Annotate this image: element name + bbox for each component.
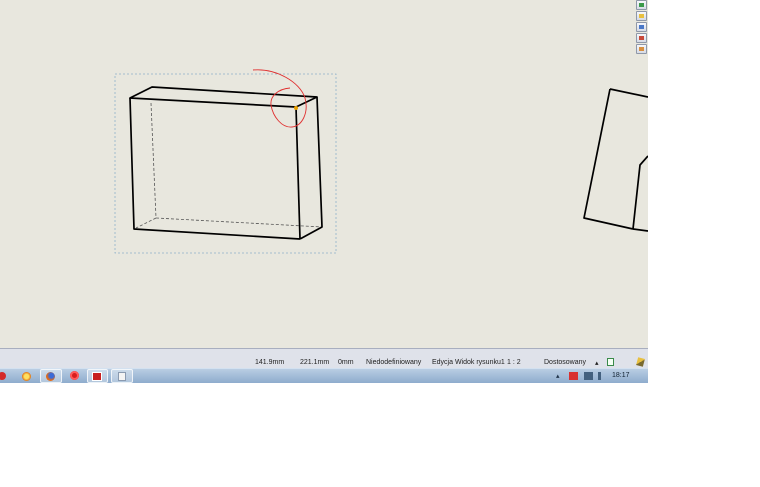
drawing-view	[114, 69, 648, 254]
taskbar-solidworks-drawing-button[interactable]	[87, 369, 108, 383]
taskbar-opera-button[interactable]	[65, 369, 85, 383]
taskbar-clock[interactable]: 18:17	[612, 372, 630, 379]
taskbar-firefox-button[interactable]	[40, 369, 62, 383]
notepad-icon	[118, 372, 126, 381]
solidworks-window: 141.9mm 221.1mm 0mm Niedodefiniowany Edy…	[0, 0, 648, 383]
appearances-icon	[639, 25, 644, 29]
view-palette-button[interactable]	[636, 0, 647, 10]
drawing-canvas[interactable]	[0, 0, 648, 348]
box-hidden-edges	[135, 102, 323, 229]
opera-icon	[70, 371, 79, 380]
solidworks-icon	[0, 372, 6, 380]
firefox-icon	[46, 372, 55, 381]
y-coordinate: 221.1mm	[300, 359, 330, 366]
appearances-button[interactable]	[636, 22, 647, 32]
solidworks-drawing-icon	[92, 372, 102, 381]
volume-icon[interactable]	[598, 372, 601, 380]
annotation-circle	[252, 69, 307, 128]
constraint-state: Niedodefiniowany	[366, 359, 422, 366]
units-dropdown-arrow[interactable]: ▴	[595, 359, 599, 367]
x-coordinate: 141.9mm	[255, 359, 285, 366]
design-library-button[interactable]	[636, 33, 647, 43]
pencil-icon[interactable]	[636, 357, 645, 367]
units-selector[interactable]: Dostosowany	[544, 359, 586, 366]
custom-properties-button[interactable]	[636, 44, 647, 54]
network-error-icon[interactable]	[569, 372, 578, 380]
tray-expand-arrow[interactable]: ▴	[556, 372, 560, 380]
taskbar-solidworks-button[interactable]	[0, 369, 10, 383]
status-bar: 141.9mm 221.1mm 0mm Niedodefiniowany Edy…	[0, 348, 648, 368]
view-palette-icon	[639, 3, 644, 7]
network-icon[interactable]	[584, 372, 593, 380]
folder-icon	[639, 14, 644, 18]
task-pane-tabs	[636, 0, 648, 58]
windows-taskbar: ▴ 18:17	[0, 368, 648, 383]
z-coordinate: 0mm	[338, 359, 354, 366]
custom-properties-icon	[639, 47, 644, 51]
box-visible-edges[interactable]	[129, 86, 323, 240]
edit-mode-label: Edycja Widok rysunku1	[432, 359, 505, 366]
design-library-icon	[639, 36, 644, 40]
taskbar-settings-button[interactable]	[17, 369, 37, 383]
second-part-edges[interactable]	[583, 88, 648, 232]
file-explorer-button[interactable]	[636, 11, 647, 21]
taskbar-notepad-button[interactable]	[111, 369, 133, 383]
scale-label[interactable]: 1 : 2	[507, 359, 521, 366]
rebuild-status-icon[interactable]	[607, 358, 614, 366]
settings-icon	[22, 372, 31, 381]
selected-vertex[interactable]	[294, 106, 298, 110]
